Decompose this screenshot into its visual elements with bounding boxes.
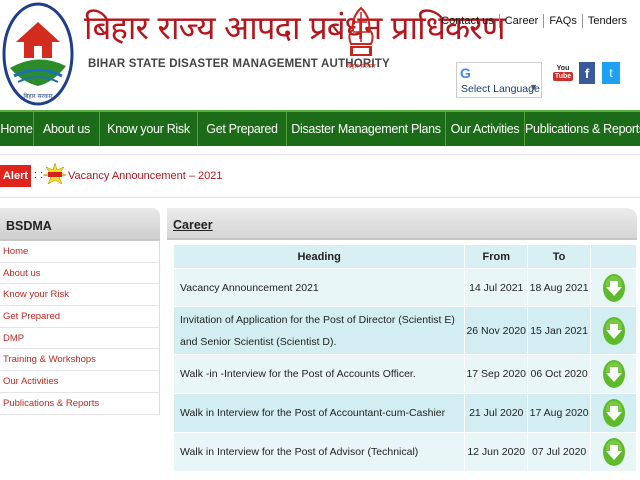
- nav-disaster-management-plans[interactable]: Disaster Management Plans: [287, 112, 446, 146]
- column-download: [590, 244, 637, 269]
- table-row: Walk in Interview for the Post of Accoun…: [172, 393, 637, 433]
- language-select-label: Select Language: [461, 83, 540, 95]
- table-header-row: Heading From To: [172, 244, 637, 269]
- row-to-date: 18 Aug 2021: [527, 268, 592, 307]
- bsdma-logo[interactable]: बिहार सरकार: [2, 2, 74, 106]
- row-from-date: 26 Nov 2020: [464, 306, 529, 355]
- sidebar-item-know-your-risk[interactable]: Know your Risk: [0, 284, 159, 307]
- sidebar-item-our-activities[interactable]: Our Activities: [0, 371, 159, 393]
- nav-home[interactable]: Home: [0, 112, 34, 146]
- site-header: बिहार सरकार बिहार राज्य आपदा प्रबंधन प्र…: [0, 0, 640, 110]
- row-to-date: 07 Jul 2020: [527, 432, 592, 472]
- top-links: Contact us Career FAQs Tenders: [436, 14, 632, 28]
- career-title: Career: [173, 218, 213, 232]
- alert-link-vacancy[interactable]: Vacancy Announcement – 2021: [68, 170, 223, 182]
- sidebar-list: Home About us Know your Risk Get Prepare…: [0, 241, 160, 415]
- google-icon: G: [460, 65, 471, 81]
- svg-text:बिहार सरकार: बिहार सरकार: [23, 92, 53, 100]
- table-row: Walk -in -Interview for the Post of Acco…: [172, 354, 637, 394]
- nav-publications-reports[interactable]: Publications & Reports: [525, 112, 640, 146]
- career-link[interactable]: Career: [500, 14, 545, 28]
- row-from-date: 12 Jun 2020: [464, 432, 529, 472]
- table-row: Invitation of Application for the Post o…: [172, 306, 637, 355]
- table-row: Walk in Interview for the Post of Adviso…: [172, 432, 637, 472]
- nav-get-prepared[interactable]: Get Prepared: [198, 112, 287, 146]
- sidebar-item-get-prepared[interactable]: Get Prepared: [0, 306, 159, 328]
- career-heading-bar: Career: [167, 208, 637, 240]
- sidebar-item-dmp[interactable]: DMP: [0, 328, 159, 350]
- row-heading: Vacancy Announcement 2021: [172, 268, 466, 307]
- row-to-date: 17 Aug 2020: [527, 393, 592, 433]
- row-from-date: 14 Jul 2021: [464, 268, 529, 307]
- column-to: To: [527, 244, 592, 269]
- row-heading: Walk in Interview for the Post of Accoun…: [172, 393, 466, 433]
- sidebar-item-publications-reports[interactable]: Publications & Reports: [0, 393, 159, 415]
- sidebar-item-training-workshops[interactable]: Training & Workshops: [0, 349, 159, 372]
- row-to-date: 15 Jan 2021: [527, 306, 592, 355]
- alert-ticker: Alert : :- Vacancy Announcement – 2021: [0, 154, 640, 198]
- download-arrow-icon[interactable]: [602, 398, 626, 428]
- faqs-link[interactable]: FAQs: [544, 14, 583, 28]
- row-from-date: 21 Jul 2020: [464, 393, 529, 433]
- sidebar-item-about-us[interactable]: About us: [0, 263, 159, 285]
- svg-text:बिहार सरकार: बिहार सरकार: [346, 62, 376, 70]
- alert-label: Alert: [0, 165, 31, 187]
- sidebar-title: BSDMA: [0, 208, 160, 241]
- row-heading: Walk in Interview for the Post of Adviso…: [172, 432, 466, 472]
- sidebar-item-home[interactable]: Home: [0, 241, 159, 263]
- row-heading: Invitation of Application for the Post o…: [172, 306, 466, 355]
- row-from-date: 17 Sep 2020: [464, 354, 529, 394]
- sidebar: BSDMA Home About us Know your Risk Get P…: [0, 208, 160, 480]
- career-section: Career Heading From To Vacancy Announcem…: [167, 208, 637, 480]
- column-heading: Heading: [172, 244, 466, 269]
- row-to-date: 06 Oct 2020: [527, 354, 592, 394]
- column-from: From: [464, 244, 529, 269]
- contact-us-link[interactable]: Contact us: [436, 14, 500, 28]
- download-arrow-icon[interactable]: [602, 316, 626, 346]
- download-arrow-icon[interactable]: [602, 359, 626, 389]
- tenders-link[interactable]: Tenders: [583, 14, 632, 28]
- row-heading: Walk -in -Interview for the Post of Acco…: [172, 354, 466, 394]
- bihar-emblem-icon: बिहार सरकार: [346, 6, 376, 70]
- career-table: Heading From To Vacancy Announcement 202…: [172, 244, 637, 472]
- nav-know-your-risk[interactable]: Know your Risk: [100, 112, 198, 146]
- download-arrow-icon[interactable]: [602, 273, 626, 303]
- facebook-icon[interactable]: f: [579, 62, 595, 84]
- nav-about-us[interactable]: About us: [34, 112, 100, 146]
- nav-our-activities[interactable]: Our Activities: [446, 112, 525, 146]
- dropdown-arrow-icon: ▼: [529, 82, 538, 92]
- table-row: Vacancy Announcement 2021 14 Jul 2021 18…: [172, 268, 637, 307]
- language-selector[interactable]: G Select Language ▼: [456, 62, 542, 98]
- new-badge-icon: [44, 163, 66, 185]
- twitter-icon[interactable]: t: [602, 62, 620, 84]
- download-arrow-icon[interactable]: [602, 437, 626, 467]
- main-nav: Home About us Know your Risk Get Prepare…: [0, 110, 640, 146]
- youtube-icon[interactable]: You Tube: [552, 62, 574, 84]
